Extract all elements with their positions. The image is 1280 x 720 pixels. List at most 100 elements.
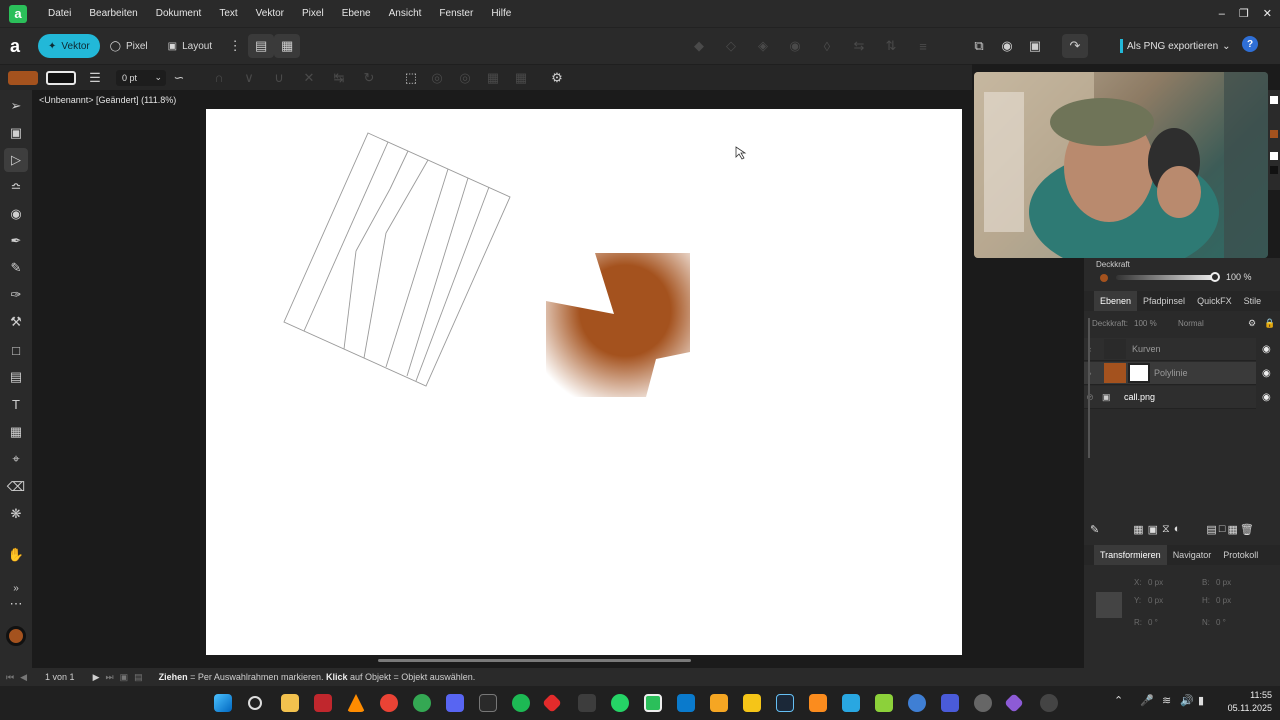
picker-tool-icon[interactable]: ❋ — [4, 502, 28, 526]
app-network-icon[interactable] — [941, 694, 959, 712]
menu-ansicht[interactable]: Ansicht — [380, 0, 431, 27]
selection-box-icon[interactable]: ⬚ — [398, 66, 424, 90]
menu-ebene[interactable]: Ebene — [333, 0, 380, 27]
grid-icon[interactable]: ▦ — [274, 34, 301, 58]
filezilla-icon[interactable] — [314, 694, 332, 712]
opacity-slider-handle[interactable] — [1210, 272, 1220, 282]
brush-tool-icon[interactable]: ✑ — [4, 283, 28, 307]
restore-icon[interactable]: ❐ — [1239, 7, 1249, 20]
app-arrow-icon[interactable] — [1040, 694, 1058, 712]
x-field[interactable]: 0 px — [1148, 578, 1163, 587]
horizontal-scrollbar[interactable] — [378, 659, 691, 662]
image-tool-icon[interactable]: ▦ — [4, 420, 28, 444]
b-field[interactable]: 0 px — [1216, 578, 1231, 587]
trash-icon[interactable]: 🗑 — [1240, 523, 1254, 536]
export-png-button[interactable]: Als PNG exportieren ⌄ — [1120, 35, 1231, 57]
tab-protokoll[interactable]: Protokoll — [1217, 545, 1264, 565]
fill-tool-icon[interactable]: ⚒ — [4, 310, 28, 334]
layer-row-kurven[interactable]: ‹ Kurven — [1084, 338, 1256, 361]
speaker-icon[interactable]: 🔊 — [1180, 694, 1194, 707]
layer-settings-icon[interactable]: ⚙ — [1248, 318, 1256, 329]
menu-pixel[interactable]: Pixel — [293, 0, 333, 27]
tray-chevron-icon[interactable]: ⌃ — [1114, 694, 1123, 707]
layer-row-call-png[interactable]: ⊘ ▣ call.png — [1084, 386, 1256, 409]
blend-mode-select[interactable]: Normal — [1178, 319, 1204, 328]
stroke-color-swatch[interactable] — [46, 70, 76, 85]
fill-color-swatch[interactable] — [8, 70, 38, 85]
adjust-icon[interactable]: ⧖ — [1162, 523, 1170, 536]
eye-icon[interactable]: ◉ — [1262, 344, 1271, 355]
eye-icon[interactable]: ◉ — [1262, 368, 1271, 379]
menu-bearbeiten[interactable]: Bearbeiten — [80, 0, 146, 27]
fx-icon[interactable]: ▦ — [1133, 523, 1143, 536]
menu-dokument[interactable]: Dokument — [147, 0, 211, 27]
epic-games-icon[interactable] — [479, 694, 497, 712]
folder-icon[interactable]: □ — [1219, 523, 1226, 536]
transform-icon[interactable]: ▣ — [1022, 34, 1048, 58]
add-layer-icon[interactable]: ▤ — [1206, 523, 1216, 536]
tab-stile[interactable]: Stile — [1238, 291, 1268, 311]
layer-row-polylinie[interactable]: › Polylinie — [1084, 362, 1256, 385]
app-sphere-icon[interactable] — [908, 694, 926, 712]
chrome-icon[interactable] — [380, 694, 398, 712]
search-icon[interactable] — [248, 696, 262, 710]
striped-polygon[interactable] — [283, 132, 511, 387]
contour-tool-icon[interactable]: ≏ — [4, 175, 28, 199]
next-page-icon[interactable]: ▶ — [93, 672, 100, 683]
pages-icon[interactable]: ▤ — [134, 672, 143, 683]
app-a-icon[interactable] — [710, 694, 728, 712]
stroke-style-icon[interactable]: ☰ — [82, 66, 108, 90]
app-orange-icon[interactable] — [809, 694, 827, 712]
prev-page-icon[interactable]: ◀ — [20, 672, 27, 683]
windows-start-icon[interactable] — [214, 694, 232, 712]
brown-polygon[interactable] — [546, 253, 690, 397]
n-field[interactable]: 0 ° — [1216, 618, 1226, 627]
menu-hilfe[interactable]: Hilfe — [482, 0, 520, 27]
artboard-tool-icon[interactable]: ▣ — [4, 121, 28, 145]
persona-pixel[interactable]: ◯ Pixel — [100, 34, 158, 58]
rectangle-tool-icon[interactable]: □ — [4, 338, 28, 362]
corner-tool-icon[interactable]: ◉ — [4, 202, 28, 226]
persona-vektor[interactable]: ✦ Vektor — [38, 34, 100, 58]
minimize-icon[interactable]: – — [1219, 8, 1225, 20]
r-field[interactable]: 0 ° — [1148, 618, 1158, 627]
more-tools-icon[interactable]: ⋯ — [4, 592, 28, 616]
pressure-curve-icon[interactable]: ∽ — [166, 66, 192, 90]
snapping-icon[interactable]: ↷ — [1062, 34, 1088, 58]
shape-tool-icon[interactable]: ▤ — [4, 365, 28, 389]
edit-layer-icon[interactable]: ✎ — [1090, 523, 1099, 536]
y-field[interactable]: 0 px — [1148, 596, 1163, 605]
explorer-icon[interactable] — [281, 694, 299, 712]
assets-icon[interactable]: ▤ — [248, 34, 275, 58]
app-green-cube-icon[interactable] — [875, 694, 893, 712]
gear-icon[interactable]: ⚙ — [544, 66, 570, 90]
affinity-taskbar-icon[interactable] — [644, 694, 662, 712]
color-indicator[interactable] — [6, 626, 26, 646]
app-blue-icon[interactable] — [842, 694, 860, 712]
tab-navigator[interactable]: Navigator — [1167, 545, 1218, 565]
crop-tool-icon[interactable]: ⌖ — [4, 447, 28, 471]
text-tool-icon[interactable]: T — [4, 392, 28, 416]
grid-icon[interactable]: ▦ — [1227, 523, 1237, 536]
stroke-width-field[interactable]: 0 pt ⌄ — [116, 69, 166, 86]
vscode-icon[interactable] — [677, 694, 695, 712]
hand-tool-icon[interactable]: ✋ — [4, 543, 28, 567]
help-icon[interactable]: ? — [1242, 36, 1258, 52]
expand-icon[interactable]: ‹ — [1084, 344, 1096, 354]
move-tool-icon[interactable]: ➢ — [4, 94, 28, 118]
page-view-icon[interactable]: ▣ — [120, 672, 129, 683]
h-field[interactable]: 0 px — [1216, 596, 1231, 605]
menu-fenster[interactable]: Fenster — [430, 0, 482, 27]
wifi-icon[interactable]: ≋ — [1162, 694, 1171, 707]
anchor-selector[interactable] — [1096, 592, 1122, 618]
tab-pfadpinsel[interactable]: Pfadpinsel — [1137, 291, 1191, 311]
node-tool-icon[interactable]: ▷ — [4, 148, 28, 172]
lock-icon[interactable]: 🔒 — [1264, 318, 1275, 329]
pen-tool-icon[interactable]: ✒ — [4, 229, 28, 253]
pencil-tool-icon[interactable]: ✎ — [4, 256, 28, 280]
discord-icon[interactable] — [446, 694, 464, 712]
expand-icon[interactable]: › — [1084, 368, 1096, 378]
menu-text[interactable]: Text — [210, 0, 246, 27]
eye-icon[interactable]: ◉ — [1262, 392, 1271, 403]
document-tab[interactable]: <Unbenannt> [Geändert] (111.8%) — [33, 91, 176, 109]
